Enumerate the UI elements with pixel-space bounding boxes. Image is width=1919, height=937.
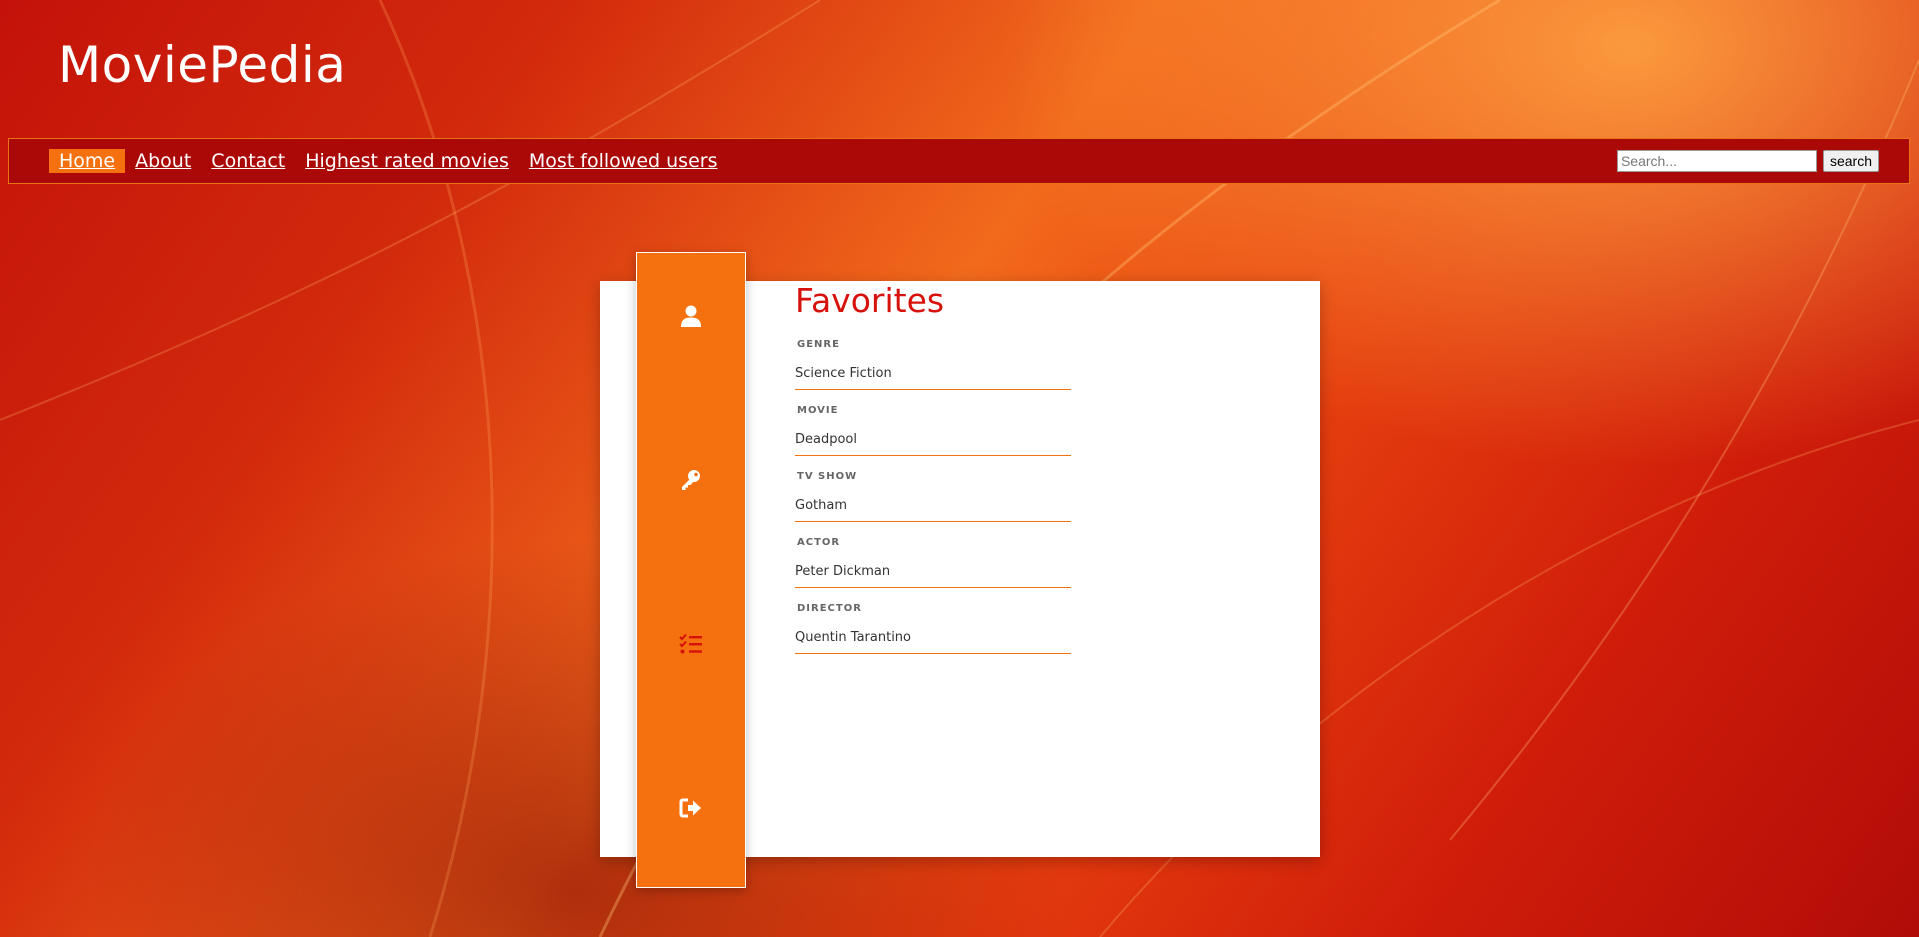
- actor-field: ACTOR Peter Dickman: [795, 536, 1071, 588]
- list-check-icon[interactable]: [678, 631, 704, 657]
- movie-value[interactable]: Deadpool: [795, 424, 1071, 456]
- tv-show-value[interactable]: Gotham: [795, 490, 1071, 522]
- director-field: DIRECTOR Quentin Tarantino: [795, 602, 1071, 654]
- tv-show-field: TV SHOW Gotham: [795, 470, 1071, 522]
- genre-label: GENRE: [797, 339, 840, 350]
- actor-label: ACTOR: [797, 537, 841, 548]
- favorites-title: Favorites: [795, 281, 945, 320]
- nav-home-link[interactable]: Home: [49, 149, 126, 173]
- tv-show-label: TV SHOW: [797, 471, 858, 482]
- genre-value[interactable]: Science Fiction: [795, 358, 1071, 390]
- director-value[interactable]: Quentin Tarantino: [795, 622, 1071, 654]
- nav-about-link[interactable]: About: [125, 149, 201, 173]
- search-input[interactable]: [1616, 150, 1817, 172]
- actor-value[interactable]: Peter Dickman: [795, 556, 1071, 588]
- director-label: DIRECTOR: [797, 603, 862, 614]
- search-button[interactable]: search: [1822, 150, 1879, 172]
- site-title: MoviePedia: [58, 36, 347, 94]
- nav-highest-rated-link[interactable]: Highest rated movies: [295, 149, 519, 173]
- side-menu: [636, 252, 746, 888]
- user-icon[interactable]: [678, 303, 704, 329]
- nav-contact-link[interactable]: Contact: [201, 149, 295, 173]
- movie-field: MOVIE Deadpool: [795, 404, 1071, 456]
- nav-links: Home About Contact Highest rated movies …: [49, 149, 727, 173]
- nav-most-followed-link[interactable]: Most followed users: [519, 149, 728, 173]
- search-form: search: [1616, 150, 1879, 172]
- key-icon[interactable]: [678, 467, 704, 493]
- sign-out-icon[interactable]: [678, 795, 704, 821]
- genre-field: GENRE Science Fiction: [795, 338, 1071, 390]
- favorites-section: Favorites GENRE Science Fiction MOVIE De…: [795, 280, 1071, 654]
- movie-label: MOVIE: [797, 405, 839, 416]
- main-navbar: Home About Contact Highest rated movies …: [8, 138, 1910, 184]
